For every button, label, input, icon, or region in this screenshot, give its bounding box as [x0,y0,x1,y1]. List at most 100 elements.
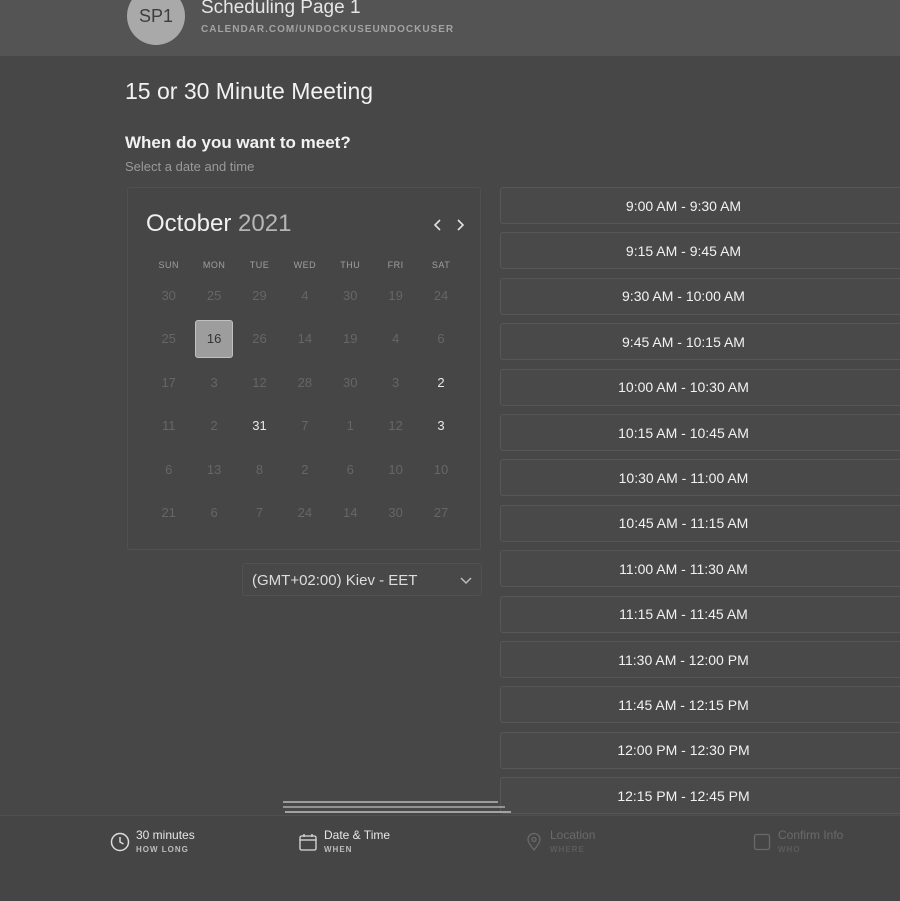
calendar-day: 30 [343,287,358,303]
timezone-label: (GMT+02:00) Kiev - EET [252,572,418,589]
chevron-down-icon [460,577,472,585]
time-slot-button[interactable]: 11:30 AM - 12:00 PM [500,641,900,678]
calendar-day: 28 [297,374,313,390]
footer-step-caption: WHO [778,845,801,854]
calendar-day: 11 [161,418,176,433]
event-title: 15 or 30 Minute Meeting [125,78,374,104]
footer-step-label: Date & Time [324,828,391,842]
calendar-week-row: 25 16 26 14 19 4 6 [146,319,464,358]
avatar: SP1 [127,0,185,45]
calendar-day: 14 [297,331,313,346]
clock-icon [110,832,130,852]
time-slot-button[interactable]: 9:45 AM - 10:15 AM [500,323,900,361]
calendar-week-row: 21 6 7 24 14 30 27 [146,494,464,532]
calendar-day: 4 [392,331,400,346]
calendar-day: 2 [210,418,218,433]
weekday-label: THU [340,260,361,270]
chevron-right-icon[interactable] [450,214,470,236]
calendar-day: 19 [343,331,358,346]
weekday-label: WED [293,260,317,270]
calendar-day[interactable]: 3 [418,407,463,445]
calendar-day: 24 [297,505,313,520]
weekday-label: FRI [387,260,404,270]
calendar-day: 10 [388,461,403,477]
calendar-month: October [146,210,232,237]
calendar-day: 6 [346,461,354,477]
weekday-header-row: SUN MON TUE WED THU FRI SAT [146,260,464,270]
time-slot-button[interactable]: 11:00 AM - 11:30 AM [500,550,900,588]
calendar-day: 1 [346,418,354,433]
weekday-label: MON [202,260,226,270]
checkbox-icon [753,833,771,851]
calendar-day: 30 [161,287,176,303]
time-slot-button[interactable]: 10:00 AM - 10:30 AM [500,368,900,406]
calendar-day: 27 [433,505,449,520]
calendar-day: 30 [343,374,358,390]
scheduling-page-url[interactable]: CALENDAR.COM/UNDOCKUSEUNDOCKUSER [201,24,454,35]
time-slot-button[interactable]: 10:30 AM - 11:00 AM [500,459,900,497]
date-question-heading: When do you want to meet? [125,133,351,152]
calendar-day: 7 [255,505,264,520]
time-slot-button[interactable]: 12:15 PM - 12:45 PM [500,777,900,815]
calendar-day: 13 [206,461,222,477]
calendar-day: 6 [165,461,173,477]
date-question-subtitle: Select a date and time [125,159,255,174]
time-slot-button[interactable]: 11:15 AM - 11:45 AM [500,595,900,633]
calendar-icon [299,834,317,851]
calendar-day: 6 [437,331,445,346]
time-slot-button[interactable]: 10:45 AM - 11:15 AM [500,504,900,542]
time-slot-button[interactable]: 10:15 AM - 10:45 AM [500,414,900,451]
scroll-indicator [283,801,511,813]
calendar-day: 14 [343,505,358,520]
time-slot-button[interactable]: 12:00 PM - 12:30 PM [500,731,900,769]
calendar-day[interactable]: 2 [418,363,463,401]
calendar-day: 12 [252,374,267,390]
calendar-week-row: 17 3 12 28 30 3 2 [146,363,464,401]
weekday-label: SAT [431,260,451,270]
footer-step-label: 30 minutes [136,828,195,842]
calendar-day: 3 [210,374,218,390]
calendar-day: 8 [255,461,264,477]
timezone-select[interactable]: (GMT+02:00) Kiev - EET [242,563,482,596]
time-slot-button[interactable]: 9:30 AM - 10:00 AM [500,277,900,315]
calendar-day: 19 [388,287,403,303]
calendar-day: 2 [301,461,309,477]
time-slot-button[interactable]: 9:15 AM - 9:45 AM [500,232,900,270]
calendar-day: 7 [301,418,309,433]
calendar-day: 6 [210,505,218,520]
footer-step-label: Confirm Info [778,828,844,842]
calendar-day: 12 [388,418,403,433]
calendar-week-row: 11 2 31 7 1 12 3 [146,407,464,445]
calendar-day[interactable]: 31 [237,407,282,445]
time-slot-button[interactable]: 9:00 AM - 9:30 AM [500,187,900,224]
calendar-day: 25 [206,287,222,303]
calendar-day: 21 [161,505,176,520]
calendar-week-row: 30 25 29 4 30 19 24 [146,276,464,314]
calendar-day: 25 [161,331,176,346]
location-pin-icon [527,832,541,852]
time-slot-button[interactable]: 11:45 AM - 12:15 PM [500,686,900,724]
chevron-left-icon[interactable] [428,214,448,236]
footer-step-caption: HOW LONG [136,845,189,854]
footer-step-caption: WHERE [550,845,585,854]
calendar-day: 10 [433,461,449,477]
weekday-label: SUN [158,260,179,270]
calendar-day: 17 [161,374,176,390]
calendar-month-year: October 2021 [146,210,291,238]
calendar-year: 2021 [238,210,292,237]
calendar-day: 26 [252,331,267,346]
scheduling-page-name: Scheduling Page 1 [201,0,361,18]
calendar-day: 3 [392,374,400,390]
calendar-day: 30 [388,505,403,520]
header-bar: SP1 Scheduling Page 1 CALENDAR.COM/UNDOC… [0,0,900,56]
weekday-label: TUE [249,260,270,270]
calendar-week-row: 6 13 8 2 6 10 10 [146,450,464,488]
calendar-day-selected[interactable]: 16 [195,319,233,358]
footer-step-label: Location [550,828,596,842]
calendar-day: 29 [252,287,267,303]
calendar-day: 4 [301,287,309,303]
footer-steps: 30 minutes HOW LONG Date & Time WHEN Locatio… [0,815,900,901]
calendar-day: 24 [433,287,449,303]
calendar-widget: October 2021 SUN MON TUE WED THU FRI SAT 30 25 2… [127,187,481,550]
footer-step-caption: WHEN [324,845,353,854]
